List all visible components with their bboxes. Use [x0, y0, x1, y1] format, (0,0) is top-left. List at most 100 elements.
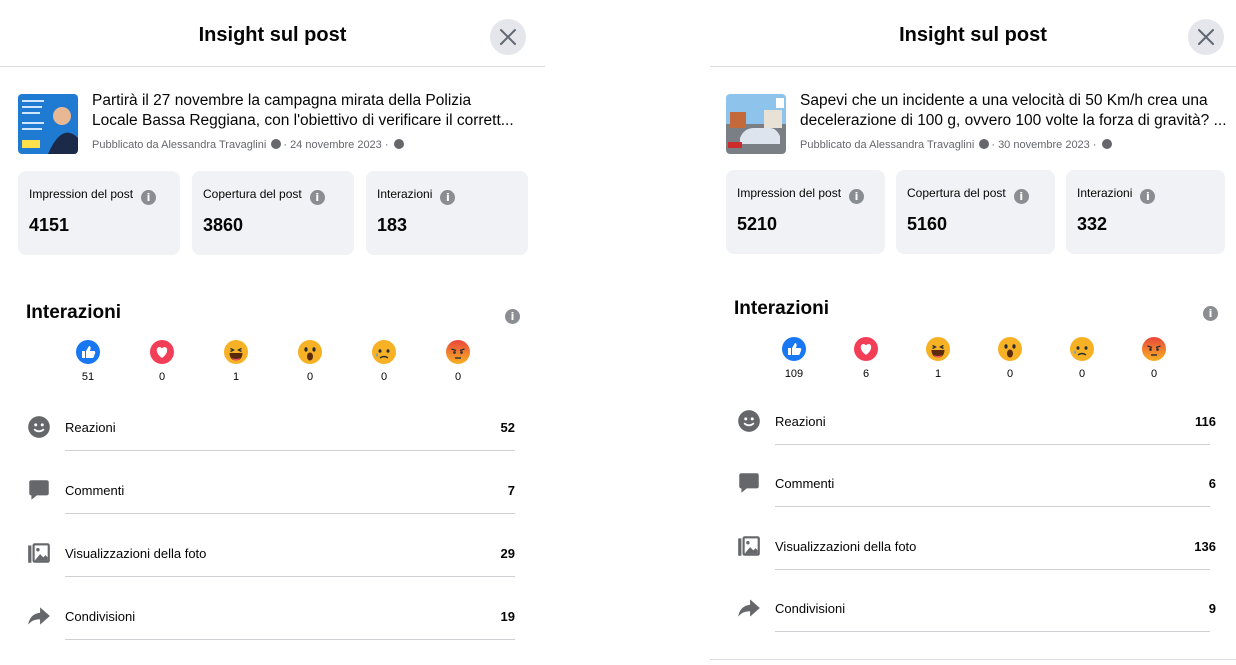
divider: [65, 513, 515, 514]
close-button[interactable]: [490, 19, 526, 55]
post-summary[interactable]: Partirà il 27 novembre la campagna mirat…: [18, 91, 537, 157]
section-title: Interazioni: [734, 298, 830, 319]
row-comments[interactable]: Commenti 6: [736, 470, 1216, 532]
row-reactions[interactable]: Reazioni 116: [736, 408, 1216, 470]
reaction-like: 51: [68, 340, 108, 383]
reaction-sad: 0: [1062, 337, 1102, 380]
share-icon: [738, 599, 760, 617]
row-shares[interactable]: Condivisioni 19: [26, 603, 515, 665]
row-photo-views[interactable]: Visualizzazioni della foto 29: [26, 540, 515, 602]
stat-interactions: Interazioni i 183: [366, 171, 528, 255]
post-date: · 24 novembre 2023 ·: [283, 139, 389, 151]
row-label: Reazioni: [65, 420, 116, 435]
help-icon: [271, 139, 282, 149]
divider: [65, 450, 515, 451]
info-icon[interactable]: i: [1013, 189, 1029, 204]
stat-label: Interazioni: [1077, 186, 1133, 200]
dialog-header: Insight sul post: [0, 0, 545, 67]
reaction-count: 6: [862, 368, 870, 380]
reaction-love: 6: [846, 337, 886, 380]
row-value: 6: [1208, 476, 1216, 491]
divider: [65, 576, 515, 577]
info-icon[interactable]: i: [1203, 306, 1218, 321]
reaction-angry: 0: [438, 340, 478, 383]
love-icon: [150, 340, 174, 364]
share-icon: [28, 607, 50, 625]
reaction-wow: 0: [290, 340, 330, 383]
info-icon[interactable]: i: [309, 190, 325, 205]
reaction-count: 1: [232, 371, 240, 383]
haha-icon: [926, 337, 950, 361]
row-shares[interactable]: Condivisioni 9: [736, 595, 1216, 657]
wow-icon: [998, 337, 1022, 361]
reaction-count: 0: [1150, 368, 1158, 380]
reaction-count: 0: [454, 371, 462, 383]
row-value: 29: [500, 546, 515, 561]
section-info[interactable]: i: [505, 304, 520, 324]
photo-icon: [28, 543, 50, 563]
info-icon[interactable]: i: [1140, 189, 1156, 204]
row-label: Reazioni: [775, 414, 826, 429]
stat-value: 4151: [29, 215, 70, 235]
stat-interactions: Interazioni i 332: [1066, 170, 1225, 254]
row-label: Visualizzazioni della foto: [65, 546, 207, 561]
post-text-line: Locale Bassa Reggiana, con l'obiettivo d…: [92, 112, 514, 129]
dialog-title: Insight sul post: [899, 24, 1047, 46]
post-summary[interactable]: Sapevi che un incidente a una velocità d…: [726, 91, 1228, 157]
close-button[interactable]: [1188, 19, 1224, 55]
post-insights-panel-left: Insight sul post Partirà il 27 novembre …: [0, 0, 545, 660]
photo-icon: [738, 536, 760, 556]
stat-label: Copertura del post: [203, 187, 302, 201]
section-title: Interazioni: [26, 302, 122, 323]
globe-icon: [393, 139, 404, 149]
reaction-count: 0: [158, 371, 166, 383]
row-reactions[interactable]: Reazioni 52: [26, 414, 515, 476]
row-value: 136: [1194, 539, 1216, 554]
info-icon[interactable]: i: [505, 309, 520, 324]
row-label: Condivisioni: [775, 601, 846, 616]
stat-label: Impression del post: [737, 186, 842, 200]
post-author: Pubblicato da Alessandra Travaglini: [800, 139, 975, 151]
reaction-count: 0: [306, 371, 314, 383]
row-label: Visualizzazioni della foto: [775, 539, 917, 554]
reaction-count: 0: [380, 371, 388, 383]
reaction-love: 0: [142, 340, 182, 383]
reaction-count: 1: [934, 368, 942, 380]
info-icon[interactable]: i: [440, 190, 456, 205]
divider: [775, 444, 1210, 445]
haha-icon: [224, 340, 248, 364]
stat-value: 3860: [203, 215, 244, 235]
post-meta: Pubblicato da Alessandra Travaglini · 24…: [92, 139, 406, 151]
reaction-haha: 1: [216, 340, 256, 383]
row-comments[interactable]: Commenti 7: [26, 477, 515, 539]
smiley-icon: [738, 410, 760, 432]
like-icon: [782, 337, 806, 361]
row-photo-views[interactable]: Visualizzazioni della foto 136: [736, 533, 1216, 595]
stat-label: Impression del post: [29, 187, 134, 201]
row-label: Condivisioni: [65, 609, 136, 624]
stat-impressions: Impression del post i 5210: [726, 170, 885, 254]
divider: [775, 569, 1210, 570]
stat-reach: Copertura del post i 3860: [192, 171, 354, 255]
post-text: Sapevi che un incidente a una velocità d…: [800, 91, 1228, 131]
close-icon: [1198, 29, 1214, 45]
dialog-title: Insight sul post: [198, 24, 347, 46]
row-label: Commenti: [775, 476, 835, 491]
info-icon[interactable]: i: [849, 189, 865, 204]
globe-icon: [1101, 139, 1112, 149]
stat-reach: Copertura del post i 5160: [896, 170, 1055, 254]
stat-cards: Impression del post i 4151 Copertura del …: [18, 171, 545, 255]
row-value: 9: [1208, 601, 1216, 616]
section-info[interactable]: i: [1203, 301, 1218, 321]
reaction-count: 51: [81, 371, 95, 383]
divider: [775, 506, 1210, 507]
like-icon: [76, 340, 100, 364]
wow-icon: [298, 340, 322, 364]
post-date: · 30 novembre 2023 ·: [991, 139, 1097, 151]
info-icon[interactable]: i: [141, 190, 157, 205]
reaction-count: 0: [1078, 368, 1086, 380]
reaction-sad: 0: [364, 340, 404, 383]
comment-icon: [739, 473, 759, 493]
stat-label: Copertura del post: [907, 186, 1006, 200]
reaction-like: 109: [774, 337, 814, 380]
